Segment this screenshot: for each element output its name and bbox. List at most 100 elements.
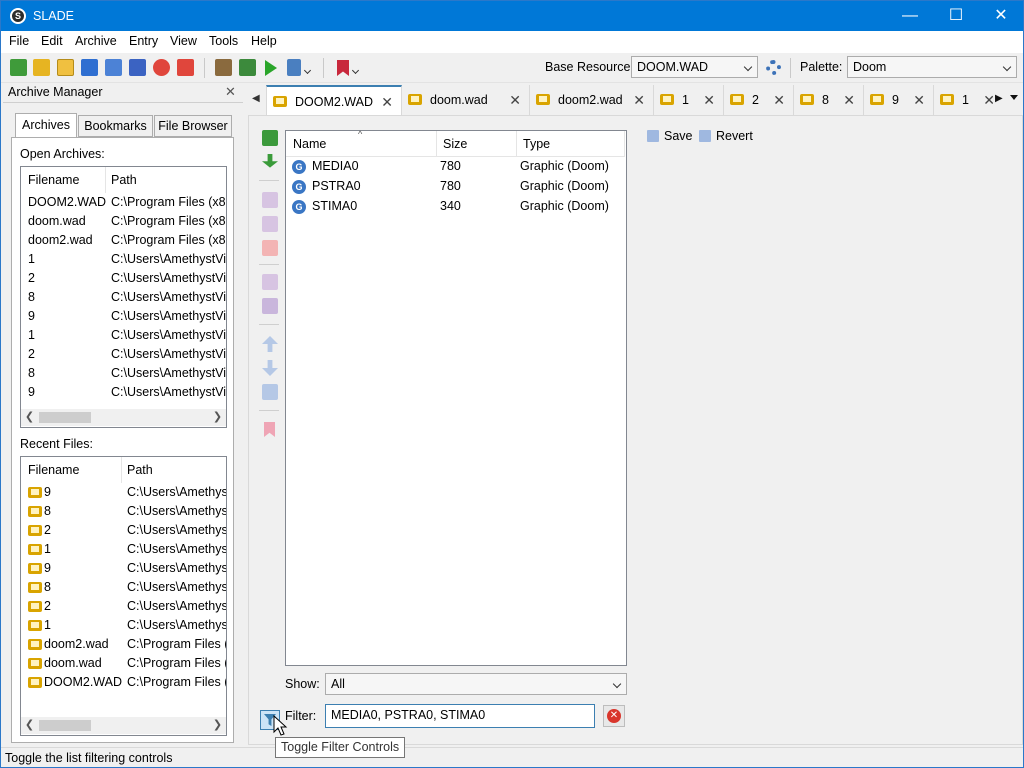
- save-as-icon[interactable]: [105, 59, 122, 76]
- new-entry-icon[interactable]: [262, 130, 278, 146]
- list-item[interactable]: 2 C:\Users\Amethys: [21, 597, 226, 616]
- maximize-button[interactable]: ☐: [933, 1, 979, 31]
- archive-tab[interactable]: doom2.wad ✕: [530, 85, 654, 115]
- tab-archives[interactable]: Archives: [15, 113, 77, 138]
- save-button[interactable]: Save: [664, 129, 693, 143]
- list-item[interactable]: 2 C:\Users\AmethystVip: [21, 269, 226, 288]
- menu-archive[interactable]: Archive: [75, 34, 117, 48]
- gear-icon[interactable]: [766, 60, 781, 75]
- list-item[interactable]: 9 C:\Users\Amethys: [21, 483, 226, 502]
- bookmark-dropdown-chevron-icon[interactable]: [351, 62, 360, 76]
- close-all-icon[interactable]: [177, 59, 194, 76]
- archive-tab[interactable]: 1✕: [654, 85, 724, 115]
- menu-edit[interactable]: Edit: [41, 34, 63, 48]
- column-header-path[interactable]: Path: [111, 173, 137, 187]
- close-tab-icon[interactable]: ✕: [843, 85, 855, 115]
- list-item[interactable]: 1 C:\Users\AmethystVip: [21, 326, 226, 345]
- list-item[interactable]: doom2.wad C:\Program Files (:: [21, 635, 226, 654]
- list-item[interactable]: 1 C:\Users\AmethystVip: [21, 250, 226, 269]
- scroll-left-icon[interactable]: ❮: [21, 409, 38, 426]
- recent-files-list[interactable]: Filename Path 9 C:\Users\Amethys 8 C:\Users…: [20, 456, 227, 736]
- list-item[interactable]: doom.wad C:\Program Files (x86: [21, 212, 226, 231]
- list-item[interactable]: 8 C:\Users\Amethys: [21, 502, 226, 521]
- entry-row[interactable]: G MEDIA0 780 Graphic (Doom): [286, 157, 626, 177]
- menu-tools[interactable]: Tools: [209, 34, 238, 48]
- tab-list-dropdown-icon[interactable]: [1010, 95, 1018, 100]
- show-dropdown[interactable]: All: [325, 673, 627, 695]
- run-icon[interactable]: [265, 60, 277, 76]
- close-panel-icon[interactable]: ✕: [225, 84, 236, 100]
- list-item[interactable]: 8 C:\Users\AmethystVip: [21, 288, 226, 307]
- scroll-left-icon[interactable]: ❮: [21, 717, 38, 734]
- new-zip-icon[interactable]: [33, 59, 50, 76]
- scroll-right-icon[interactable]: ❯: [209, 717, 226, 734]
- palette-dropdown[interactable]: Doom: [847, 56, 1017, 78]
- tab-file-browser[interactable]: File Browser: [154, 115, 232, 137]
- open-icon[interactable]: [57, 59, 74, 76]
- close-tab-icon[interactable]: ✕: [633, 85, 645, 115]
- move-down-icon[interactable]: [262, 360, 278, 376]
- list-item[interactable]: 1 C:\Users\Amethys: [21, 540, 226, 559]
- bookmark-entry-icon[interactable]: [264, 422, 275, 437]
- list-item[interactable]: DOOM2.WAD C:\Program Files (:: [21, 673, 226, 692]
- list-item[interactable]: doom2.wad C:\Program Files (x86: [21, 231, 226, 250]
- close-tab-icon[interactable]: ✕: [773, 85, 785, 115]
- close-window-button[interactable]: ✕: [978, 1, 1023, 31]
- tab-scroll-left-icon[interactable]: ◀: [252, 93, 260, 104]
- import-icon[interactable]: [262, 154, 278, 168]
- export-as-icon[interactable]: [262, 298, 278, 314]
- scrollbar-thumb[interactable]: [39, 720, 91, 731]
- list-item[interactable]: 1 C:\Users\Amethys: [21, 616, 226, 635]
- texture-editor-icon[interactable]: [215, 59, 232, 76]
- map-editor-icon[interactable]: [239, 59, 256, 76]
- horizontal-scrollbar[interactable]: ❮ ❯: [21, 717, 226, 734]
- list-item[interactable]: 9 C:\Users\AmethystVip: [21, 307, 226, 326]
- save-entry-icon[interactable]: [647, 130, 659, 142]
- clear-filter-button[interactable]: ✕: [603, 705, 625, 727]
- delete-icon[interactable]: [262, 240, 278, 256]
- bookmark-icon[interactable]: [337, 60, 349, 76]
- archive-tab[interactable]: 2 ✕: [724, 85, 794, 115]
- entry-row[interactable]: G STIMA0 340 Graphic (Doom): [286, 197, 626, 217]
- archive-tab[interactable]: 8 ✕: [794, 85, 864, 115]
- base-resource-dropdown[interactable]: DOOM.WAD: [631, 56, 758, 78]
- column-header-filename[interactable]: Filename: [28, 173, 79, 187]
- revert-icon[interactable]: [699, 130, 711, 142]
- list-item[interactable]: 2 C:\Users\AmethystVip: [21, 345, 226, 364]
- open-archives-list[interactable]: Filename Path DOOM2.WAD C:\Program Files …: [20, 166, 227, 428]
- column-header-filename[interactable]: Filename: [28, 463, 79, 477]
- save-all-icon[interactable]: [129, 59, 146, 76]
- list-item[interactable]: 2 C:\Users\Amethys: [21, 521, 226, 540]
- archive-tab[interactable]: doom.wad ✕: [402, 85, 530, 115]
- close-tab-icon[interactable]: ✕: [509, 85, 521, 115]
- rename-icon[interactable]: [262, 192, 278, 208]
- list-item[interactable]: doom.wad C:\Program Files (:: [21, 654, 226, 673]
- revert-button[interactable]: Revert: [716, 129, 753, 143]
- close-tab-icon[interactable]: ✕: [703, 85, 715, 115]
- archive-tab[interactable]: 1✕: [934, 85, 993, 115]
- entry-list[interactable]: Name ^ Size Type G MEDIA0 780 Graphic (Doom…: [285, 129, 627, 666]
- close-tab-icon[interactable]: ✕: [913, 85, 925, 115]
- close-icon[interactable]: [153, 59, 170, 76]
- column-header-path[interactable]: Path: [127, 463, 153, 477]
- tools-icon[interactable]: [287, 59, 301, 76]
- list-item[interactable]: 8 C:\Users\Amethys: [21, 578, 226, 597]
- close-tab-icon[interactable]: ✕: [983, 85, 993, 115]
- list-item[interactable]: 9 C:\Users\Amethys: [21, 559, 226, 578]
- list-item[interactable]: 8 C:\Users\AmethystVip: [21, 364, 226, 383]
- close-tab-icon[interactable]: ✕: [381, 87, 393, 115]
- sort-icon[interactable]: [262, 384, 278, 400]
- column-header-type[interactable]: Type: [517, 131, 625, 157]
- menu-help[interactable]: Help: [251, 34, 277, 48]
- scroll-right-icon[interactable]: ❯: [209, 409, 226, 426]
- tools-dropdown-chevron-icon[interactable]: [303, 62, 312, 76]
- column-header-size[interactable]: Size: [437, 131, 517, 157]
- list-item[interactable]: 9 C:\Users\AmethystVip: [21, 383, 226, 402]
- minimize-button[interactable]: —: [887, 1, 933, 31]
- scrollbar-thumb[interactable]: [39, 412, 91, 423]
- new-archive-icon[interactable]: [10, 59, 27, 76]
- move-up-icon[interactable]: [262, 336, 278, 352]
- menu-entry[interactable]: Entry: [129, 34, 158, 48]
- menu-view[interactable]: View: [170, 34, 197, 48]
- entry-row[interactable]: G PSTRA0 780 Graphic (Doom): [286, 177, 626, 197]
